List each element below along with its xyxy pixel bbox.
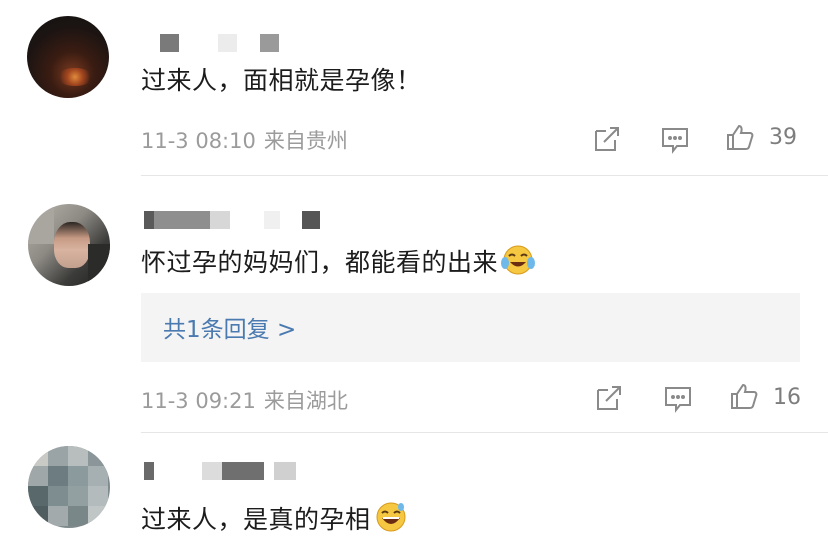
username-blurred[interactable] xyxy=(144,462,304,480)
comment-text: 过来人，是真的孕相 xyxy=(141,500,409,537)
location: 来自贵州 xyxy=(263,129,348,153)
crying-laughing-emoji xyxy=(500,243,536,277)
view-replies-link[interactable]: 共1条回复 > xyxy=(163,310,296,344)
like-icon[interactable] xyxy=(729,381,759,411)
username-blurred[interactable] xyxy=(160,34,290,52)
comment-icon[interactable] xyxy=(660,124,690,154)
divider xyxy=(141,432,828,433)
share-icon[interactable] xyxy=(594,383,624,413)
grinning-sweat-emoji xyxy=(373,500,409,534)
like-count: 39 xyxy=(769,125,797,150)
comment-meta: 11-3 09:21 来自湖北 xyxy=(141,385,348,415)
username-blurred[interactable] xyxy=(144,211,324,229)
comment-icon[interactable] xyxy=(663,383,693,413)
timestamp: 11-3 08:10 xyxy=(141,129,256,153)
timestamp: 11-3 09:21 xyxy=(141,389,256,413)
location: 来自湖北 xyxy=(263,389,348,413)
comment-text: 怀过孕的妈妈们，都能看的出来 xyxy=(141,243,536,280)
like-icon[interactable] xyxy=(725,122,755,152)
share-icon[interactable] xyxy=(592,124,622,154)
divider xyxy=(141,175,828,176)
avatar[interactable] xyxy=(28,446,110,528)
comment-text: 过来人，面相就是孕像！ xyxy=(141,66,422,95)
comment-text-content: 怀过孕的妈妈们，都能看的出来 xyxy=(141,248,499,277)
comment-meta: 11-3 08:10 来自贵州 xyxy=(141,125,348,155)
comment-text-content: 过来人，是真的孕相 xyxy=(141,505,371,534)
like-count: 16 xyxy=(773,385,801,410)
avatar[interactable] xyxy=(28,204,110,286)
avatar[interactable] xyxy=(27,16,109,98)
reply-box[interactable]: 共1条回复 > xyxy=(141,293,800,362)
